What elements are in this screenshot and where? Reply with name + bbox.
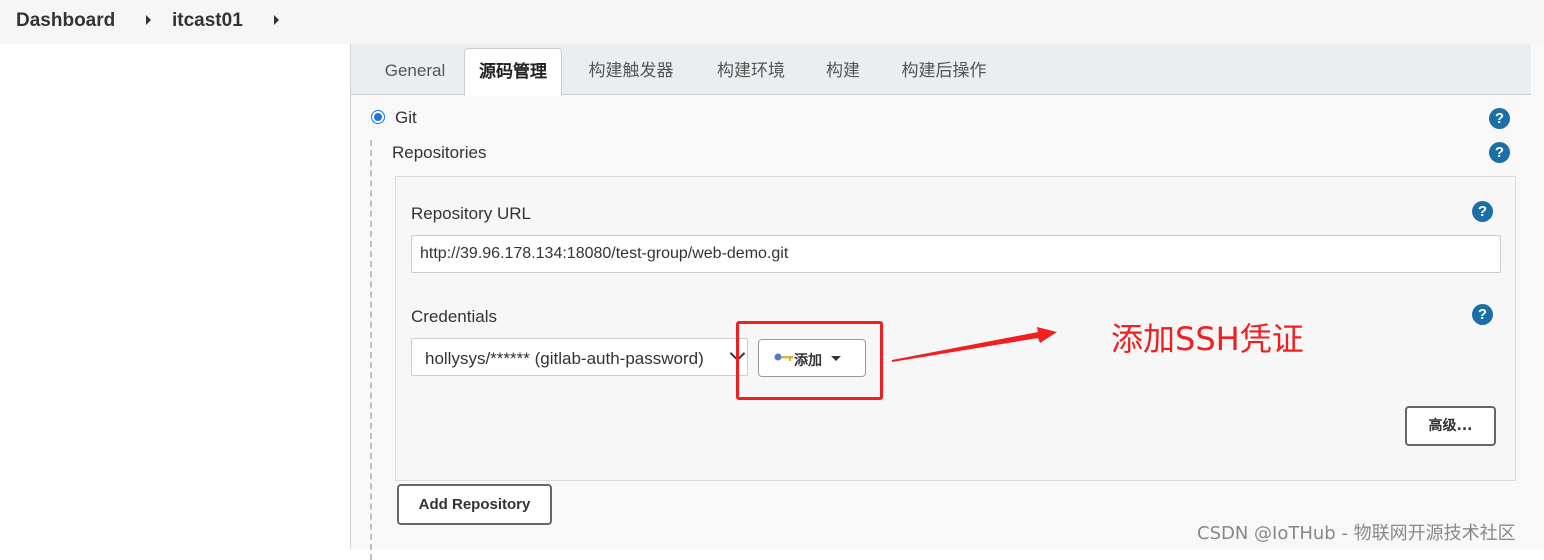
help-icon[interactable]: ?: [1489, 108, 1510, 129]
config-tabbar: General 源码管理 构建触发器 构建环境 构建 构建后操作: [351, 44, 1531, 96]
help-icon[interactable]: ?: [1472, 201, 1493, 222]
section-guide-line: [370, 140, 372, 560]
tab-build[interactable]: 构建: [813, 48, 873, 93]
annotation-text: 添加SSH凭证: [1111, 320, 1304, 358]
breadcrumb: Dashboard itcast01: [0, 0, 1544, 44]
tab-general[interactable]: General: [365, 48, 465, 93]
credentials-label: Credentials: [411, 307, 497, 326]
annotation-highlight-box: [736, 321, 883, 400]
breadcrumb-chevron-icon[interactable]: [274, 15, 279, 25]
breadcrumb-chevron-icon[interactable]: [146, 15, 151, 25]
credentials-selected-value: hollysys/****** (gitlab-auth-password): [425, 349, 704, 368]
credentials-select[interactable]: hollysys/****** (gitlab-auth-password): [411, 338, 748, 376]
breadcrumb-job[interactable]: itcast01: [172, 10, 243, 32]
advanced-button[interactable]: 高级...: [1405, 406, 1496, 446]
tab-post-build-actions[interactable]: 构建后操作: [885, 48, 1003, 93]
repository-url-input[interactable]: [411, 235, 1501, 273]
annotation-arrow-icon: [892, 327, 1057, 362]
tab-source-code-management[interactable]: 源码管理: [464, 48, 562, 96]
repository-url-label: Repository URL: [411, 204, 531, 223]
watermark: CSDN @IoTHub - 物联网开源技术社区: [1197, 523, 1516, 544]
tab-build-triggers[interactable]: 构建触发器: [573, 48, 689, 93]
git-label: Git: [395, 108, 417, 127]
help-icon[interactable]: ?: [1489, 142, 1510, 163]
add-repository-button[interactable]: Add Repository: [397, 484, 552, 525]
git-radio[interactable]: [371, 110, 385, 124]
job-config-panel: General 源码管理 构建触发器 构建环境 构建 构建后操作 Git ? R…: [350, 44, 1544, 560]
breadcrumb-dashboard[interactable]: Dashboard: [16, 10, 115, 32]
repositories-label: Repositories: [392, 143, 487, 162]
help-icon[interactable]: ?: [1472, 304, 1493, 325]
tab-build-environment[interactable]: 构建环境: [701, 48, 801, 93]
